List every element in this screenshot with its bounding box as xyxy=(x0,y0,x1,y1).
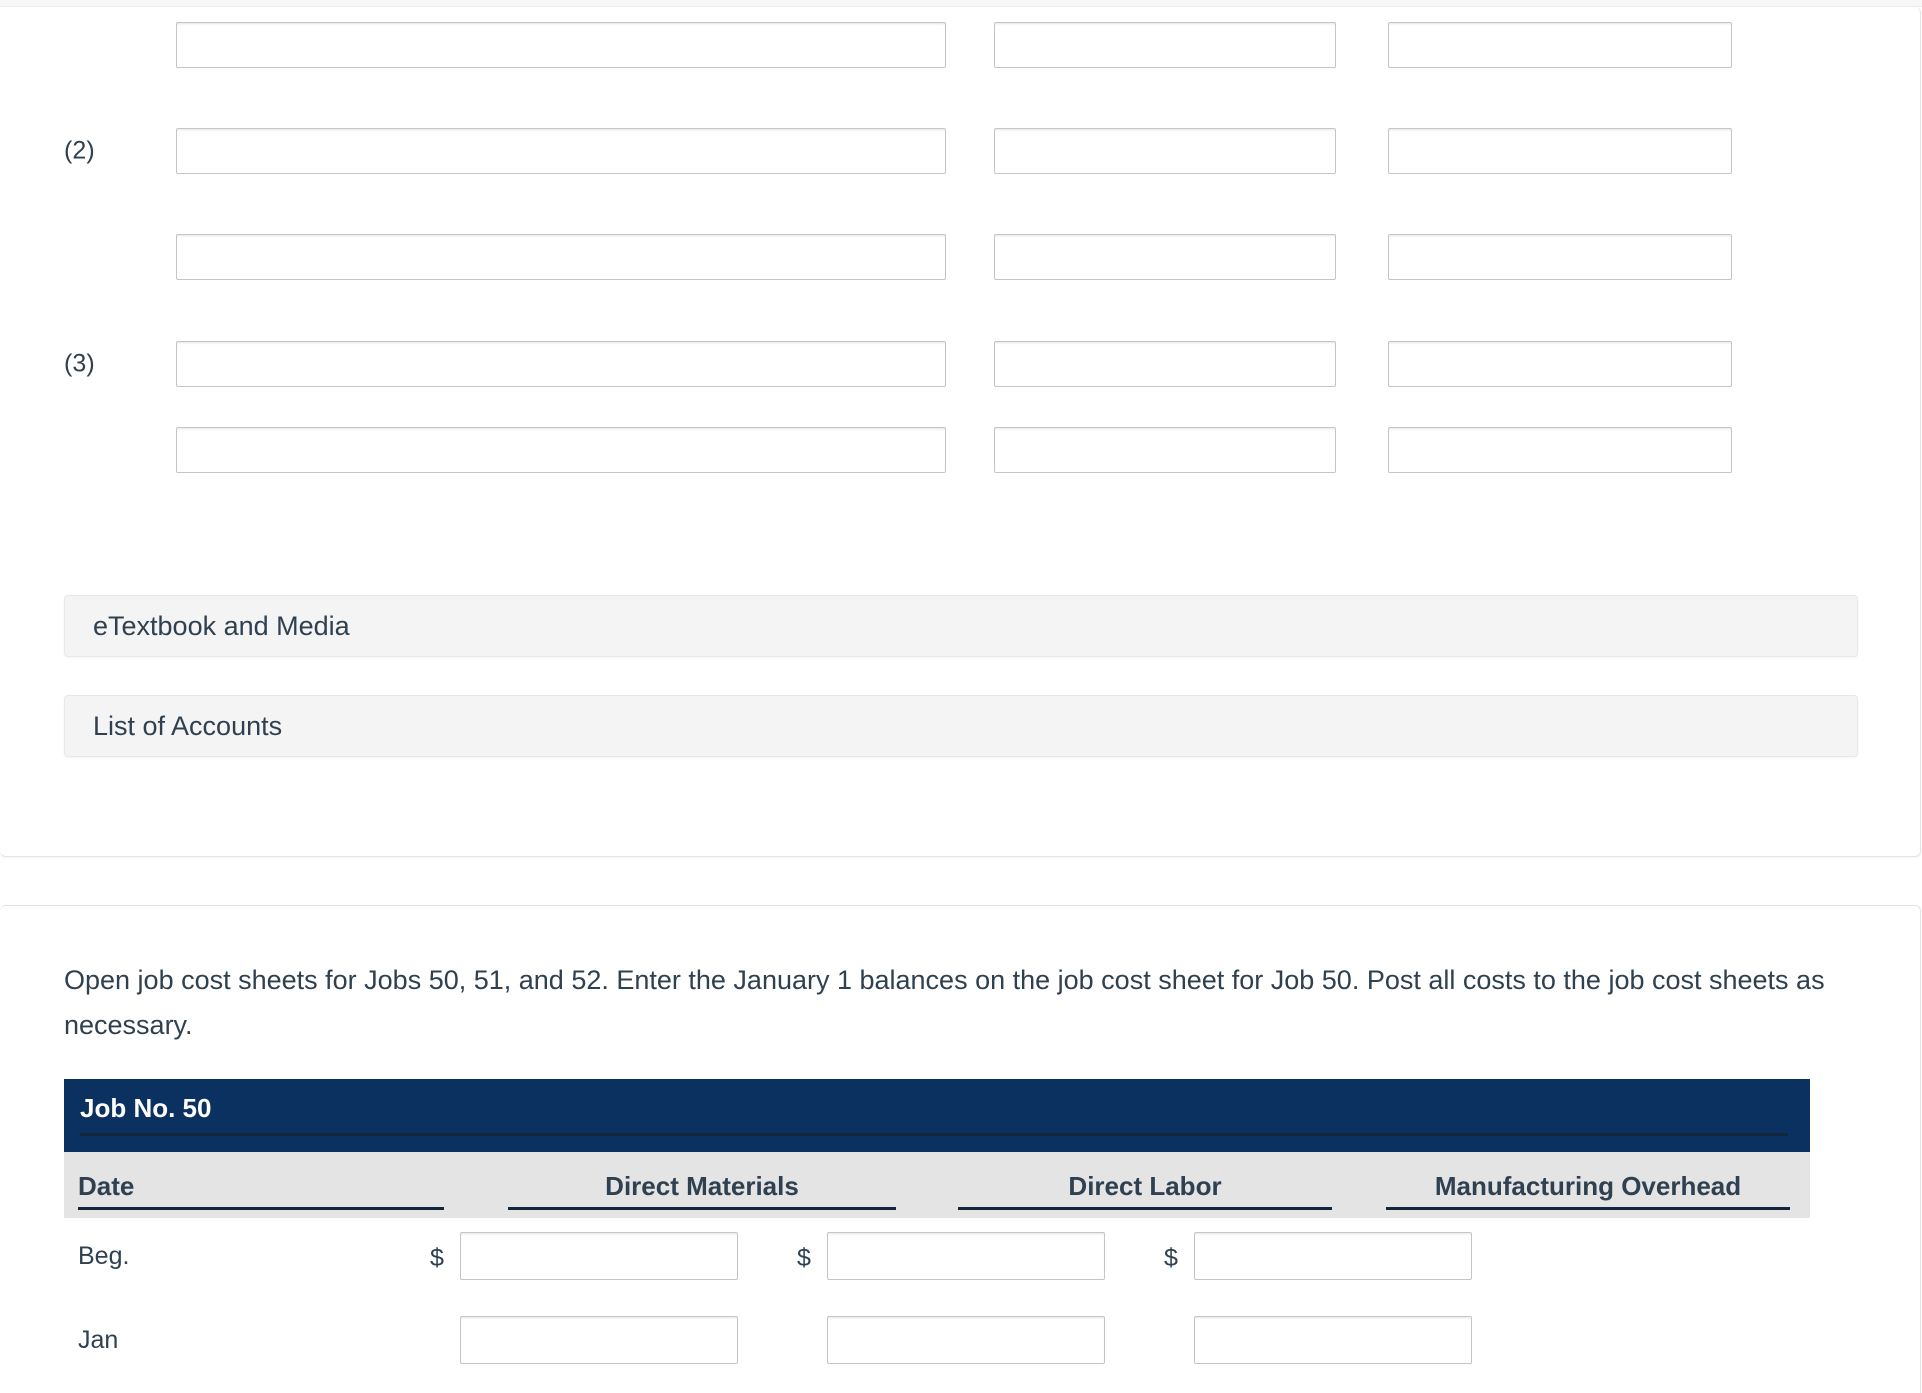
journal-credit-input[interactable] xyxy=(1388,127,1732,174)
jobsheet-column-header-row: Date Direct Materials Direct Labor Manuf… xyxy=(64,1152,1810,1218)
direct-materials-input[interactable] xyxy=(460,1316,738,1364)
etextbook-and-media-button[interactable]: eTextbook and Media xyxy=(64,595,1858,657)
journal-debit-input[interactable] xyxy=(994,426,1336,473)
journal-account-input[interactable] xyxy=(176,340,946,387)
job-cost-sheet-table: Job No. 50 Date Direct Materials Direct … xyxy=(64,1079,1810,1386)
journal-debit-input[interactable] xyxy=(994,340,1336,387)
jobsheet-title-bar: Job No. 50 xyxy=(64,1079,1810,1152)
journal-row-number: (3) xyxy=(64,349,95,377)
manufacturing-overhead-input[interactable] xyxy=(1194,1316,1472,1364)
journal-row-number: (2) xyxy=(64,136,95,164)
row-date-label: Jan xyxy=(78,1326,119,1354)
direct-materials-input[interactable] xyxy=(460,1232,738,1280)
currency-symbol: $ xyxy=(797,1244,811,1272)
journal-debit-input[interactable] xyxy=(994,127,1336,174)
viewport-top-strip xyxy=(0,0,1922,7)
jobsheet-title: Job No. 50 xyxy=(80,1093,212,1123)
journal-credit-input[interactable] xyxy=(1388,233,1732,280)
journal-row xyxy=(0,11,1921,78)
jobsheet-body: Beg. $ $ $ Jan xyxy=(64,1218,1810,1386)
direct-labor-input[interactable] xyxy=(827,1232,1105,1280)
journal-credit-input[interactable] xyxy=(1388,340,1732,387)
list-of-accounts-label: List of Accounts xyxy=(93,710,283,741)
journal-row: (3) xyxy=(0,330,1921,397)
jobsheet-title-rule xyxy=(80,1133,1788,1136)
column-header-direct-labor: Direct Labor xyxy=(958,1171,1332,1210)
journal-row xyxy=(0,223,1921,290)
column-header-date: Date xyxy=(78,1171,444,1210)
etextbook-and-media-label: eTextbook and Media xyxy=(93,610,350,641)
job-cost-sheet-card: Open job cost sheets for Jobs 50, 51, an… xyxy=(0,905,1921,1393)
row-date-label: Beg. xyxy=(78,1242,130,1270)
column-header-manufacturing-overhead: Manufacturing Overhead xyxy=(1386,1171,1790,1210)
manufacturing-overhead-input[interactable] xyxy=(1194,1232,1472,1280)
journal-entry-card: (2) (3) eTextbook and Media List of Acco… xyxy=(0,7,1921,857)
journal-credit-input[interactable] xyxy=(1388,426,1732,473)
journal-row xyxy=(0,416,1921,483)
column-header-direct-materials: Direct Materials xyxy=(508,1171,896,1210)
journal-account-input[interactable] xyxy=(176,426,946,473)
page-root: (2) (3) eTextbook and Media List of Acco… xyxy=(0,0,1922,1393)
table-row: Beg. $ $ $ xyxy=(64,1218,1810,1302)
jobsheet-instruction-text: Open job cost sheets for Jobs 50, 51, an… xyxy=(64,965,1825,1040)
journal-debit-input[interactable] xyxy=(994,233,1336,280)
currency-symbol: $ xyxy=(430,1244,444,1272)
list-of-accounts-button[interactable]: List of Accounts xyxy=(64,695,1858,757)
journal-row: (2) xyxy=(0,117,1921,184)
currency-symbol: $ xyxy=(1164,1244,1178,1272)
journal-account-input[interactable] xyxy=(176,21,946,68)
journal-account-input[interactable] xyxy=(176,127,946,174)
journal-account-input[interactable] xyxy=(176,233,946,280)
direct-labor-input[interactable] xyxy=(827,1316,1105,1364)
table-row: Jan xyxy=(64,1302,1810,1386)
journal-debit-input[interactable] xyxy=(994,21,1336,68)
journal-credit-input[interactable] xyxy=(1388,21,1732,68)
